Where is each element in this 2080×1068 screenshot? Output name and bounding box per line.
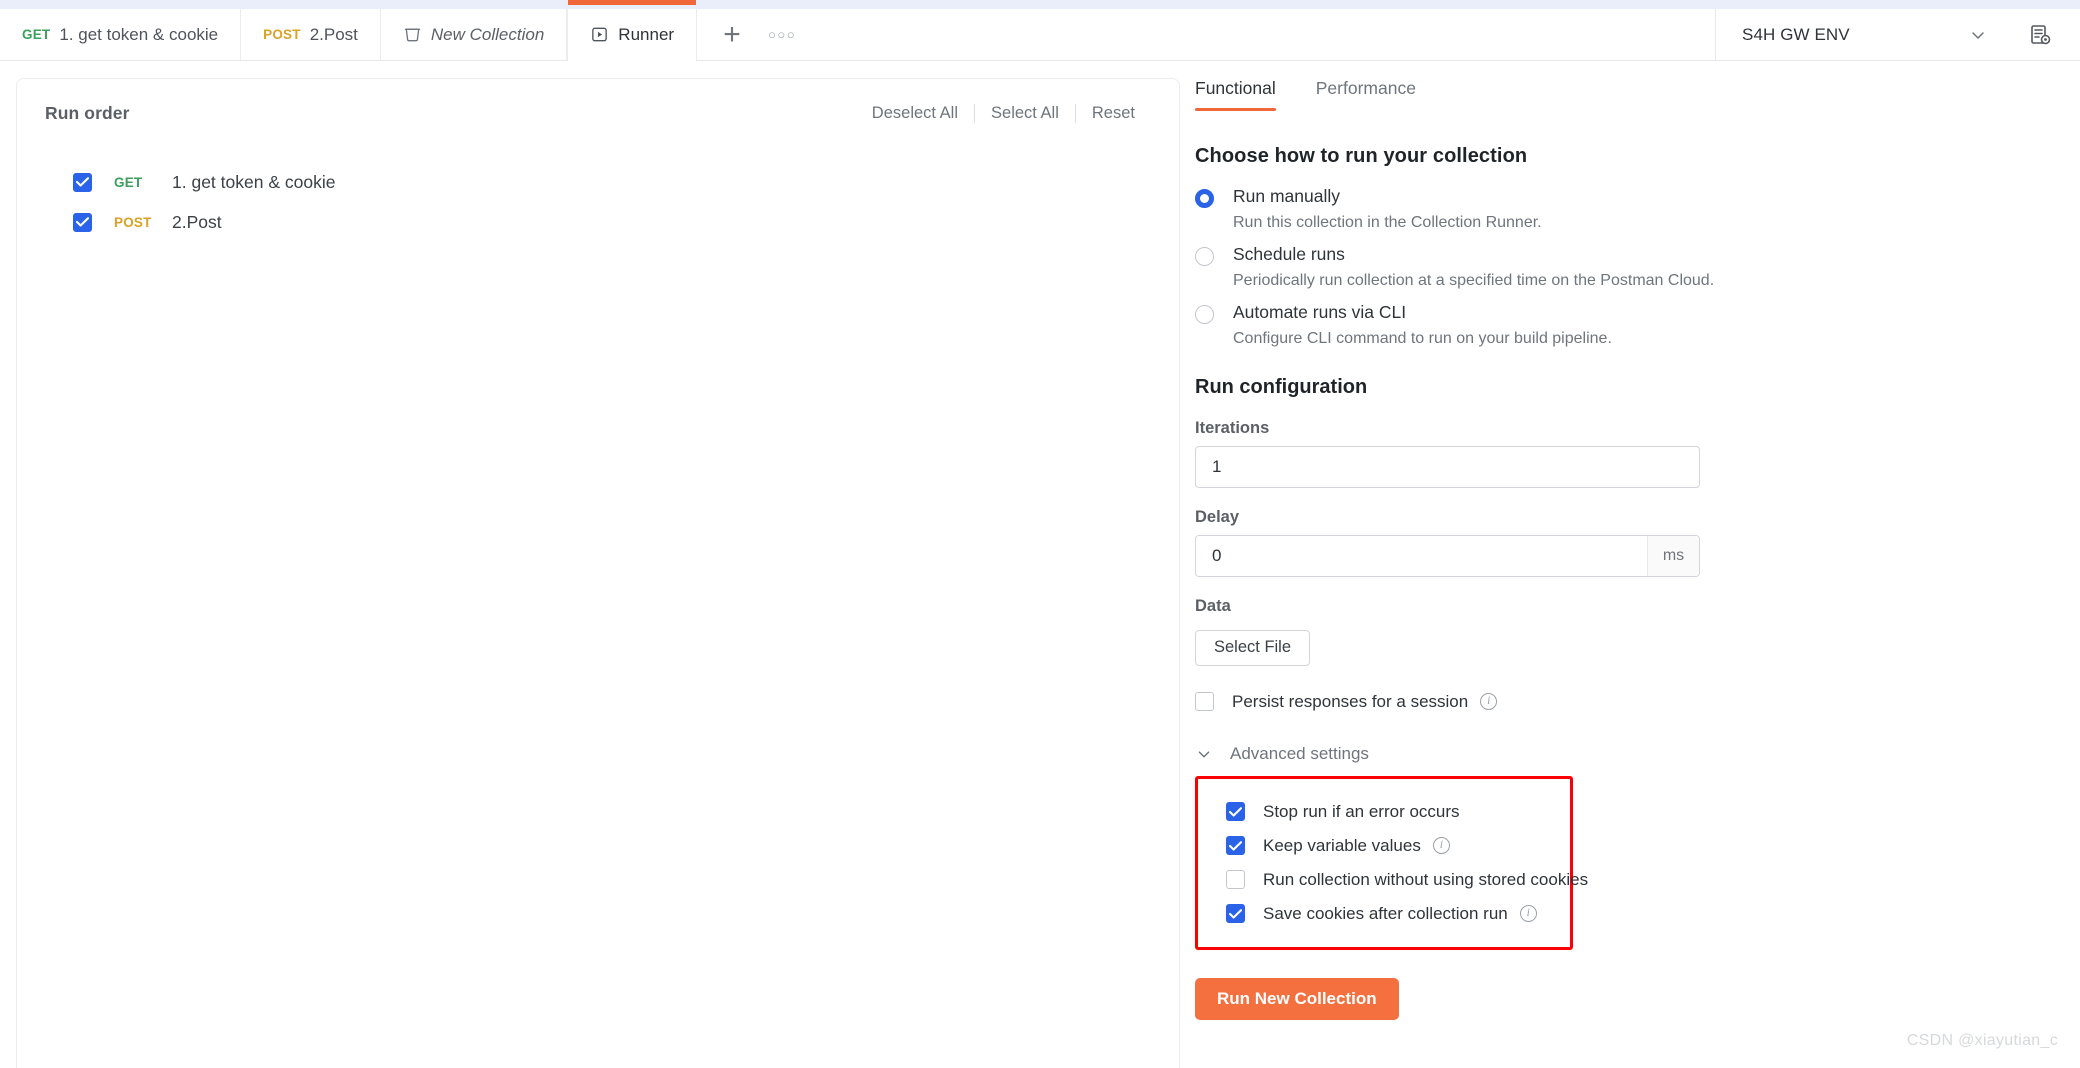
run-order-panel: Run order Deselect All Select All Reset …	[16, 78, 1180, 1068]
postman-runner-window: GET 1. get token & cookie POST 2.Post New Co…	[0, 0, 2080, 1068]
advanced-setting-row[interactable]: Run collection without using stored cook…	[1198, 863, 1588, 897]
tab-bar: GET 1. get token & cookie POST 2.Post New Co…	[0, 0, 2080, 61]
iterations-input-wrapper[interactable]	[1195, 445, 1700, 488]
run-order-row[interactable]: POST 2.Post	[73, 202, 1179, 242]
more-tabs-button[interactable]: ○○○	[759, 12, 805, 58]
reset-button[interactable]: Reset	[1076, 104, 1151, 123]
run-order-header: Run order Deselect All Select All Reset	[17, 79, 1179, 124]
persist-responses-row[interactable]: Persist responses for a session i	[1195, 692, 2055, 712]
request-method-badge: GET	[114, 174, 143, 190]
run-mode-radio-group: Run manually Run this collection in the C…	[1195, 186, 2055, 348]
advanced-settings-label: Advanced settings	[1230, 743, 1369, 763]
advanced-setting-checkbox[interactable]	[1226, 802, 1245, 822]
tab-performance[interactable]: Performance	[1316, 70, 1416, 111]
tab-2-post[interactable]: POST 2.Post	[241, 9, 381, 60]
chevron-down-icon[interactable]	[1952, 25, 2004, 45]
run-order-title: Run order	[45, 103, 130, 123]
tab-title: 1. get token & cookie	[59, 24, 219, 44]
tab-1-get-token-cookie[interactable]: GET 1. get token & cookie	[0, 9, 242, 60]
request-checkbox[interactable]	[73, 172, 92, 192]
data-label: Data	[1195, 596, 1231, 615]
advanced-settings-toggle[interactable]: Advanced settings	[1195, 744, 2055, 764]
info-icon[interactable]: i	[1432, 837, 1450, 855]
advanced-setting-checkbox[interactable]	[1226, 904, 1245, 924]
request-checkbox[interactable]	[73, 212, 92, 232]
delay-input-wrapper[interactable]: ms	[1195, 534, 1700, 577]
collection-icon	[403, 25, 422, 44]
run-mode-option[interactable]: Run manually Run this collection in the C…	[1195, 186, 2055, 232]
advanced-setting-label: Save cookies after collection run	[1263, 903, 1508, 923]
radio-dot	[1202, 196, 1207, 201]
tab-runner[interactable]: Runner	[567, 0, 698, 61]
run-mode-texts: Schedule runs Periodically run collection…	[1233, 244, 1714, 290]
runner-config-panel: Functional Performance Choose how to run…	[1195, 70, 2055, 1020]
run-mode-label: Run manually	[1233, 186, 1340, 206]
request-name: 2.Post	[172, 211, 222, 232]
advanced-setting-label: Keep variable values	[1263, 835, 1421, 855]
iterations-label: Iterations	[1195, 418, 1270, 437]
run-mode-texts: Automate runs via CLI Configure CLI comma…	[1233, 302, 1612, 348]
environment-selector-label[interactable]: S4H GW ENV	[1742, 25, 1942, 45]
run-mode-texts: Run manually Run this collection in the C…	[1233, 186, 1542, 232]
info-icon[interactable]: i	[1519, 905, 1537, 923]
tab-title: Runner	[618, 24, 675, 44]
info-icon[interactable]: i	[1480, 693, 1498, 711]
run-mode-description: Periodically run collection at a specifi…	[1233, 271, 1715, 289]
select-file-button[interactable]: Select File	[1195, 629, 1311, 666]
tab-functional[interactable]: Functional	[1195, 70, 1276, 111]
ellipsis-icon: ○○○	[768, 27, 797, 42]
tab-bar-spacer	[805, 9, 1715, 60]
run-mode-description: Configure CLI command to run on your bui…	[1233, 329, 1612, 347]
run-configuration-heading: Run configuration	[1195, 375, 1368, 398]
new-tab-button[interactable]: +	[709, 12, 755, 58]
tab-title: New Collection	[430, 24, 545, 44]
request-name: 1. get token & cookie	[172, 171, 336, 192]
delay-unit-suffix: ms	[1647, 535, 1699, 576]
run-mode-label: Schedule runs	[1233, 243, 1345, 264]
delay-label: Delay	[1195, 507, 1240, 526]
run-mode-option[interactable]: Automate runs via CLI Configure CLI comma…	[1195, 302, 2055, 348]
runner-icon	[590, 25, 609, 44]
environment-zone: S4H GW ENV	[1715, 9, 2080, 60]
tab-bar-actions: + ○○○	[697, 9, 805, 60]
window-top-strip	[0, 0, 2080, 9]
advanced-setting-label: Run collection without using stored cook…	[1263, 869, 1589, 889]
run-mode-radio[interactable]	[1195, 246, 1214, 266]
run-mode-description: Run this collection in the Collection Ru…	[1233, 213, 1542, 231]
choose-how-to-run-heading: Choose how to run your collection	[1195, 145, 1528, 167]
request-method-badge: POST	[114, 214, 152, 230]
run-mode-radio[interactable]	[1195, 189, 1214, 208]
advanced-setting-label: Stop run if an error occurs	[1263, 801, 1460, 821]
run-order-row[interactable]: GET 1. get token & cookie	[73, 162, 1179, 202]
deselect-all-button[interactable]: Deselect All	[856, 104, 974, 123]
run-order-request-list: GET 1. get token & cookie POST 2.Post	[17, 162, 1179, 242]
iterations-input[interactable]	[1196, 446, 1699, 487]
persist-responses-checkbox[interactable]	[1195, 692, 1214, 712]
plus-icon: +	[723, 17, 741, 51]
run-mode-radio[interactable]	[1195, 304, 1214, 324]
runner-mode-tabs: Functional Performance	[1195, 70, 2055, 111]
persist-responses-label: Persist responses for a session	[1232, 691, 1469, 711]
run-mode-label: Automate runs via CLI	[1233, 301, 1407, 322]
advanced-setting-row[interactable]: Stop run if an error occurs	[1198, 795, 1570, 829]
select-all-button[interactable]: Select All	[975, 104, 1075, 123]
advanced-setting-row[interactable]: Keep variable values i	[1198, 829, 1570, 863]
run-new-collection-button[interactable]: Run New Collection	[1195, 977, 1399, 1020]
run-order-actions: Deselect All Select All Reset	[856, 104, 1151, 123]
run-mode-option[interactable]: Schedule runs Periodically run collection…	[1195, 244, 2055, 290]
tab-method-badge: POST	[263, 27, 301, 42]
advanced-setting-checkbox[interactable]	[1226, 870, 1245, 890]
delay-input[interactable]	[1196, 535, 1647, 576]
environment-quick-look-icon[interactable]	[2014, 23, 2066, 47]
advanced-setting-checkbox[interactable]	[1226, 836, 1245, 856]
tab-method-badge: GET	[22, 27, 51, 42]
tab-new-collection[interactable]: New Collection	[381, 9, 568, 60]
watermark-text: CSDN @xiayutian_c	[1906, 1032, 2058, 1049]
tab-title: 2.Post	[309, 24, 358, 44]
advanced-setting-row[interactable]: Save cookies after collection run i	[1198, 897, 1570, 931]
advanced-settings-group: Stop run if an error occurs Keep variable…	[1195, 775, 1588, 950]
chevron-down-icon	[1195, 745, 1213, 763]
